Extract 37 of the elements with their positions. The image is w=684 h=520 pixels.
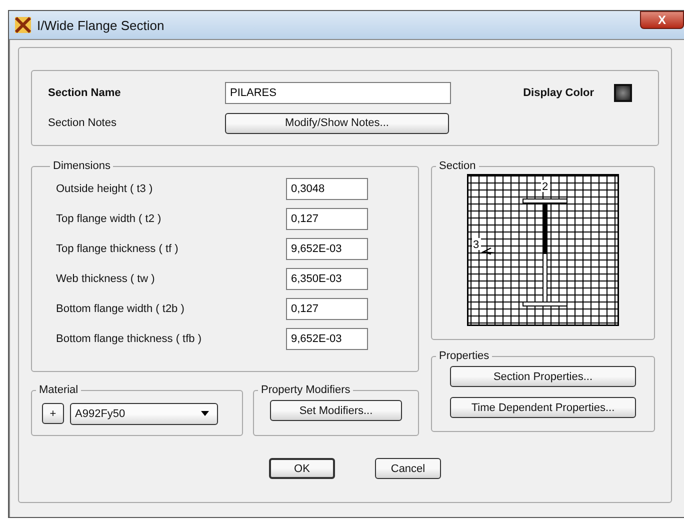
axis-label: 2 [542,181,548,193]
group-title: Section [438,160,477,172]
properties-button[interactable]: Section Properties... [450,366,636,387]
dimension-field[interactable]: 0,3048 [286,178,368,200]
dimension-label: Top flange thickness ( tf ) [56,243,178,255]
window-title: I/Wide Flange Section [37,18,164,32]
axis-arrow-icon [481,247,496,255]
close-button[interactable]: X [640,11,684,29]
set-modifiers-button[interactable]: Set Modifiers... [270,400,402,421]
section-name-field[interactable]: PILARES [225,82,451,104]
add-material-button[interactable]: + [42,403,64,424]
section-name-label: Section Name [48,87,122,99]
caret-icon [201,411,209,416]
dialog-button[interactable]: Cancel [375,458,441,479]
material-dropdown[interactable]: A992Fy50 [70,402,218,424]
modify-notes-button[interactable]: Modify/Show Notes... [225,112,449,134]
group-title: Dimensions [52,160,112,172]
dialog-button[interactable]: OK [269,458,335,479]
display-color-label: Display Color [523,87,594,99]
color-swatch[interactable] [614,84,632,102]
dimension-field[interactable]: 0,127 [286,298,368,320]
dimension-field[interactable]: 9,652E-03 [286,238,368,260]
dimension-label: Bottom flange thickness ( tfb ) [56,333,202,345]
dimension-label: Top flange width ( t2 ) [56,213,162,225]
dimension-label: Bottom flange width ( t2b ) [56,303,184,315]
axis-label: 3 [473,239,480,251]
app-icon [15,17,31,33]
dimension-label: Web thickness ( tw ) [56,273,155,285]
group-title: Properties [438,350,490,362]
dimension-field[interactable]: 0,127 [286,208,368,230]
dimension-field[interactable]: 6,350E-03 [286,268,368,290]
group-title: Property Modifiers [260,384,352,396]
dimension-label: Outside height ( t3 ) [56,183,153,195]
section-notes-label: Section Notes [48,117,118,129]
properties-button[interactable]: Time Dependent Properties... [450,397,636,418]
dimension-field[interactable]: 9,652E-03 [286,328,368,350]
group-title: Material [38,384,80,396]
